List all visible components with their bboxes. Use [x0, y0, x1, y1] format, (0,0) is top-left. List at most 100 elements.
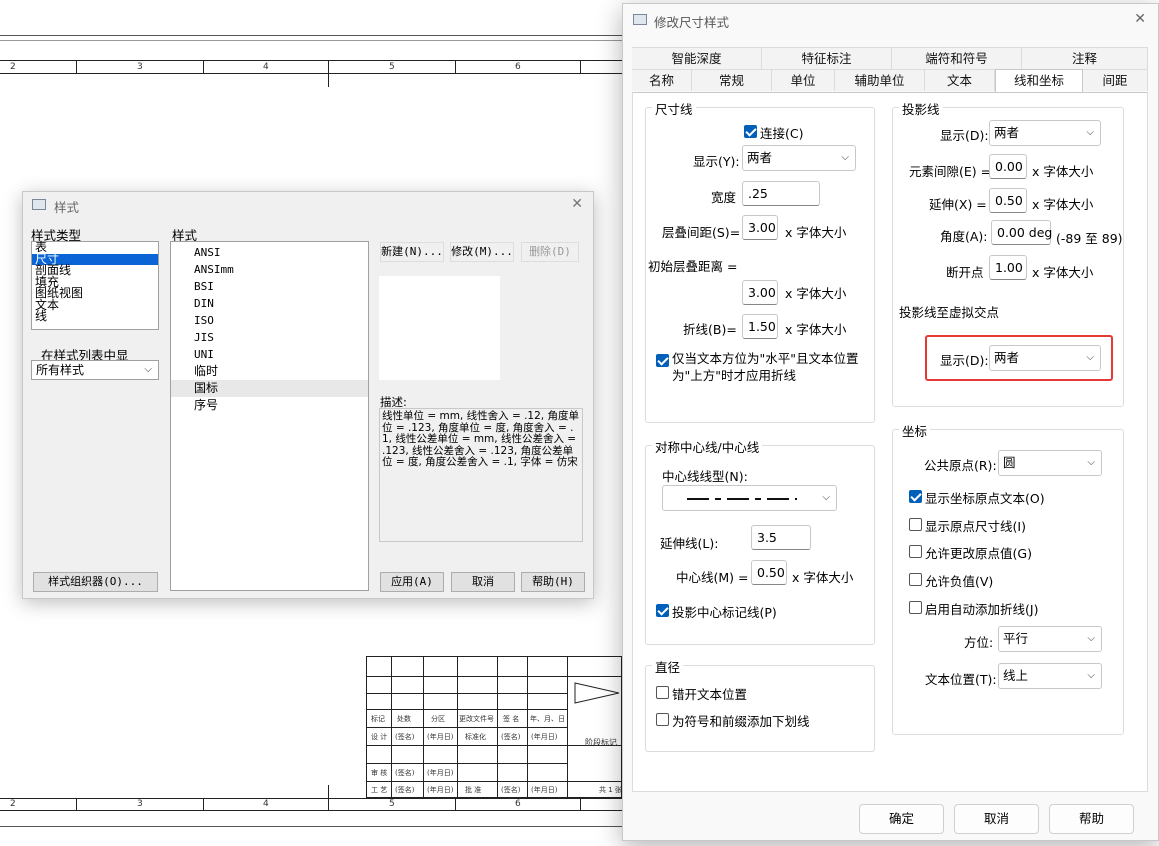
- cancel-button[interactable]: 取消: [451, 572, 515, 592]
- tb-cell: 工 艺: [371, 786, 388, 794]
- list-item[interactable]: 国标: [171, 380, 368, 397]
- tab-general[interactable]: 常规: [692, 69, 772, 91]
- chevron-down-icon: ⌵: [1086, 352, 1094, 363]
- tb-cell: 年、月、日: [530, 715, 565, 723]
- list-item[interactable]: DIN: [171, 295, 368, 312]
- orient-select[interactable]: 平行 ⌵: [998, 626, 1102, 652]
- cancel-button[interactable]: 取消: [954, 804, 1039, 834]
- style-dialog-titlebar[interactable]: 样式 ✕: [23, 192, 593, 218]
- tab-secondary-units[interactable]: 辅助单位: [835, 69, 925, 91]
- ruler-bottom-label: 3: [137, 799, 143, 809]
- filter-select[interactable]: 所有样式 ⌵: [31, 360, 159, 380]
- delete-button[interactable]: 删除(D): [521, 242, 579, 262]
- project-center-checkbox[interactable]: [656, 604, 669, 617]
- ok-button[interactable]: 确定: [859, 804, 944, 834]
- projection-group-title: 投影线: [899, 99, 943, 118]
- new-button[interactable]: 新建(N)...: [380, 242, 444, 262]
- description-box: 线性单位 = mm, 线性舍入 = .12, 角度单位 = .123, 角度单位…: [379, 408, 583, 542]
- apply-button[interactable]: 应用(A): [380, 572, 444, 592]
- virtual-display-value: 两者: [994, 350, 1020, 365]
- angle-range: (-89 至 89): [1056, 231, 1123, 246]
- connect-label: 连接(C): [760, 126, 804, 141]
- proj-display-select[interactable]: 两者 ⌵: [989, 120, 1101, 146]
- ruler-top-label: 5: [389, 62, 395, 72]
- tab-text[interactable]: 文本: [925, 69, 995, 91]
- tab-name[interactable]: 名称: [632, 69, 692, 91]
- initial-stack-label: 初始层叠距离 =: [648, 259, 738, 274]
- angle-input[interactable]: 0.00 deg: [991, 220, 1052, 245]
- modify-dialog-titlebar[interactable]: 修改尺寸样式 ✕: [623, 4, 1158, 36]
- underline-label: 为符号和前缀添加下划线: [672, 714, 810, 729]
- show-origin-dim-checkbox[interactable]: [909, 518, 922, 531]
- dim-display-select[interactable]: 两者 ⌵: [742, 145, 856, 171]
- unit-text: x 字体大小: [792, 570, 854, 585]
- centerline-input[interactable]: 0.50: [751, 560, 787, 585]
- style-list[interactable]: ANSI ANSImm BSI DIN ISO JIS UNI 临时 国标 序号: [170, 241, 369, 591]
- stack-spacing-input[interactable]: 3.00: [742, 215, 778, 240]
- tb-cell: 标记: [371, 715, 385, 723]
- underline-checkbox[interactable]: [656, 713, 669, 726]
- gap-input[interactable]: 0.00: [989, 154, 1027, 179]
- initial-stack-input[interactable]: 3.00: [742, 280, 778, 305]
- list-item[interactable]: 临时: [171, 363, 368, 380]
- title-block: 标记 处数 分区 更改文件号 签 名 年、月、日 设 计 (签名) (年月日) …: [366, 656, 623, 799]
- style-type-list[interactable]: 表 尺寸 剖面线 填充 图纸视图 文本 线: [31, 241, 159, 330]
- chevron-down-icon: ⌵: [822, 492, 830, 503]
- list-item[interactable]: UNI: [171, 346, 368, 363]
- tb-cell: 标准化: [465, 733, 486, 741]
- tb-cell: (年月日): [427, 786, 454, 794]
- list-item[interactable]: ANSI: [171, 244, 368, 261]
- fold-label: 折线(B)=: [683, 322, 737, 337]
- centerline-label: 中心线(M) =: [676, 570, 749, 585]
- origin-select[interactable]: 圆 ⌵: [998, 450, 1102, 476]
- show-origin-text-label: 显示坐标原点文本(O): [925, 491, 1045, 506]
- help-button[interactable]: 帮助: [1049, 804, 1134, 834]
- list-item[interactable]: 文本: [32, 299, 158, 312]
- tab-terminators[interactable]: 端符和符号: [892, 47, 1022, 69]
- list-item[interactable]: 序号: [171, 397, 368, 414]
- tab-smart-depth[interactable]: 智能深度: [632, 47, 762, 69]
- allow-negative-checkbox[interactable]: [909, 573, 922, 586]
- list-item[interactable]: JIS: [171, 329, 368, 346]
- auto-fold-checkbox[interactable]: [909, 601, 922, 614]
- width-input[interactable]: .25: [742, 181, 820, 206]
- tb-cell: (年月日): [531, 786, 558, 794]
- show-origin-text-checkbox[interactable]: [909, 490, 922, 503]
- only-when-checkbox[interactable]: [656, 354, 669, 367]
- list-item[interactable]: 线: [32, 310, 158, 323]
- modify-dialog-title: 修改尺寸样式: [654, 15, 730, 30]
- extend-label: 延伸(X) =: [929, 197, 987, 212]
- text-pos-select[interactable]: 线上 ⌵: [998, 663, 1102, 689]
- linetype-select[interactable]: ⌵: [662, 485, 837, 511]
- stagger-checkbox[interactable]: [656, 686, 669, 699]
- tb-cell: 更改文件号: [459, 715, 494, 723]
- fold-input[interactable]: 1.50: [742, 314, 778, 339]
- modify-button[interactable]: 修改(M)...: [450, 242, 514, 262]
- break-input[interactable]: 1.00: [989, 255, 1027, 280]
- tab-spacing[interactable]: 间距: [1083, 69, 1148, 91]
- extend-line-input[interactable]: 3.5: [751, 525, 811, 550]
- virtual-intersection-label: 投影线至虚拟交点: [899, 305, 1000, 320]
- tb-cell: (签名): [395, 733, 415, 741]
- list-item[interactable]: BSI: [171, 278, 368, 295]
- tab-annotation[interactable]: 注释: [1022, 47, 1148, 69]
- extend-input[interactable]: 0.50: [989, 188, 1027, 213]
- close-icon[interactable]: ✕: [571, 196, 583, 212]
- allow-change-checkbox[interactable]: [909, 545, 922, 558]
- connect-checkbox[interactable]: [744, 125, 757, 138]
- virtual-display-select[interactable]: 两者 ⌵: [989, 345, 1101, 371]
- tab-feature-annotation[interactable]: 特征标注: [762, 47, 892, 69]
- ruler-top-label: 6: [515, 62, 521, 72]
- app-icon: [633, 14, 647, 25]
- tb-cell: 审 核: [371, 769, 388, 777]
- angle-label: 角度(A):: [940, 229, 988, 244]
- ruler-bottom-label: 6: [515, 799, 521, 809]
- style-organizer-button[interactable]: 样式组织器(O)...: [33, 572, 158, 592]
- list-item[interactable]: ANSImm: [171, 261, 368, 278]
- close-icon[interactable]: ✕: [1134, 11, 1146, 27]
- origin-label: 公共原点(R):: [924, 458, 997, 473]
- list-item[interactable]: ISO: [171, 312, 368, 329]
- tab-units[interactable]: 单位: [772, 69, 835, 91]
- help-button[interactable]: 帮助(H): [521, 572, 585, 592]
- tb-cell: (年月日): [531, 733, 558, 741]
